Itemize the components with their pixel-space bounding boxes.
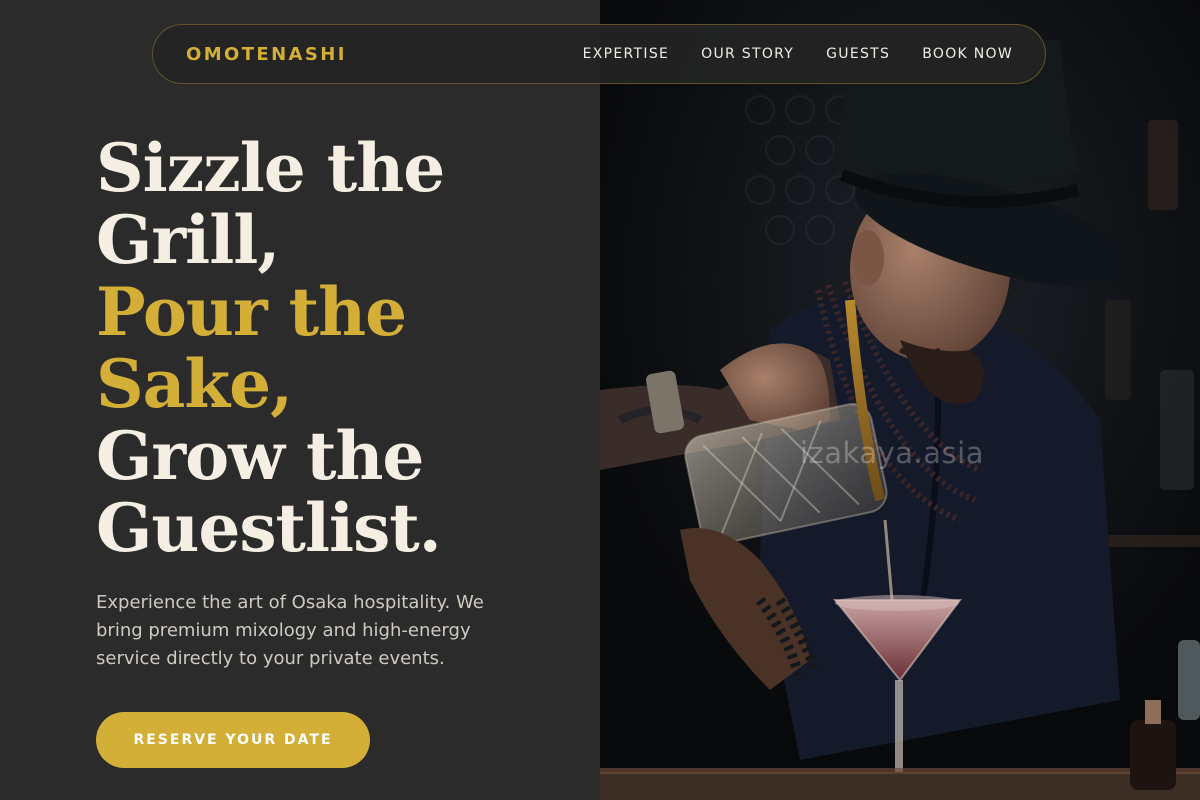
headline-line-6: Guestlist. (96, 489, 442, 567)
nav-link-book-now[interactable]: BOOK NOW (922, 46, 1013, 62)
headline-line-2: Grill, (96, 201, 280, 279)
nav-link-our-story[interactable]: OUR STORY (701, 46, 794, 62)
bartender-illustration (600, 0, 1200, 800)
hero-headline: Sizzle the Grill, Pour the Sake, Grow th… (96, 129, 445, 567)
top-navigation: OMOTENASHI EXPERTISE OUR STORY GUESTS BO… (152, 24, 1046, 84)
nav-link-expertise[interactable]: EXPERTISE (583, 46, 670, 62)
headline-line-5: Grow the (96, 417, 424, 495)
headline-line-1: Sizzle the (96, 129, 445, 207)
headline-line-4: Sake, (96, 345, 293, 423)
reserve-date-button[interactable]: RESERVE YOUR DATE (96, 712, 370, 768)
nav-link-guests[interactable]: GUESTS (826, 46, 890, 62)
hero-description: Experience the art of Osaka hospitality.… (96, 592, 484, 669)
bartender-photo (600, 0, 1200, 800)
brand-logo[interactable]: OMOTENASHI (186, 44, 347, 65)
watermark-text: izakaya.asia (800, 436, 984, 470)
headline-line-3: Pour the (96, 273, 407, 351)
nav-links: EXPERTISE OUR STORY GUESTS BOOK NOW (583, 46, 1013, 62)
